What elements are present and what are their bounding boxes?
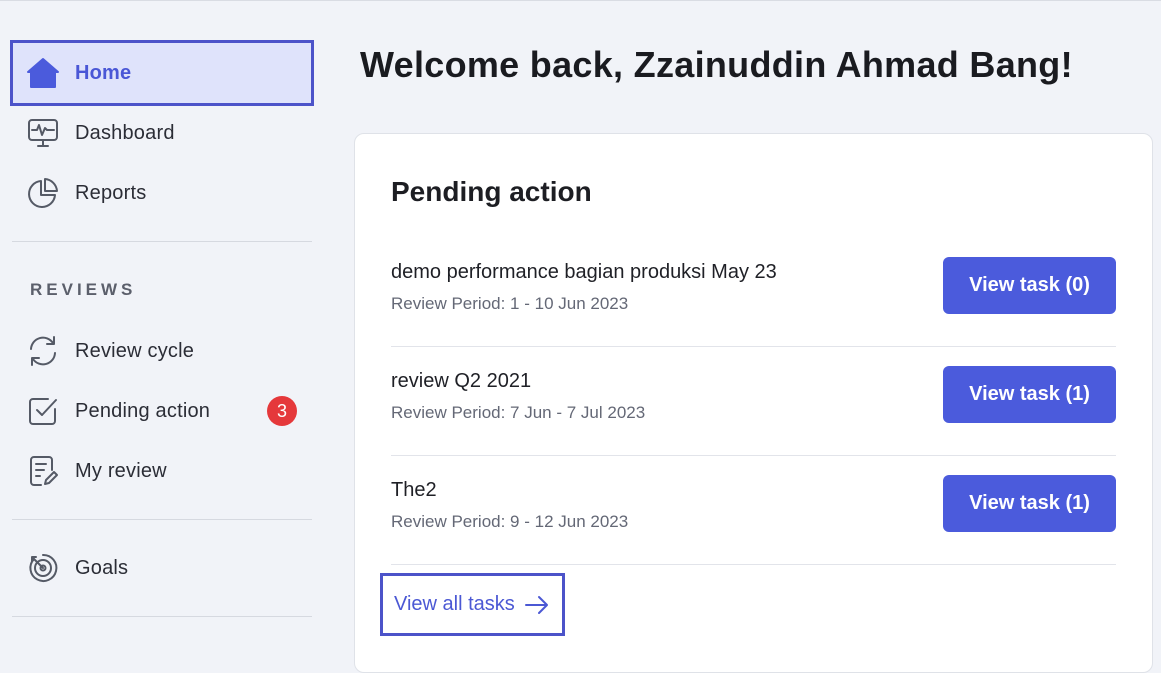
sidebar-item-label: Review cycle xyxy=(75,339,195,362)
task-period: Review Period: 1 - 10 Jun 2023 xyxy=(391,294,629,313)
view-task-button[interactable]: View task (1) xyxy=(943,475,1116,532)
pending-action-card: Pending action demo performance bagian p… xyxy=(354,133,1153,673)
sidebar-item-label: Home xyxy=(75,61,132,84)
view-task-button[interactable]: View task (0) xyxy=(943,257,1116,314)
checkbox-icon xyxy=(26,394,60,428)
task-row: demo performance bagian produksi May 23 … xyxy=(391,238,1116,347)
pie-chart-icon xyxy=(26,176,60,210)
page-title: Welcome back, Zzainuddin Ahmad Bang! xyxy=(360,44,1073,85)
sidebar-item-label: My review xyxy=(75,459,167,482)
arrow-right-icon xyxy=(524,595,550,615)
document-edit-icon xyxy=(26,454,60,488)
view-task-button[interactable]: View task (1) xyxy=(943,366,1116,423)
card-title: Pending action xyxy=(391,176,592,207)
task-period: Review Period: 7 Jun - 7 Jul 2023 xyxy=(391,403,646,422)
pending-count-badge: 3 xyxy=(267,396,297,426)
sidebar-item-label: Dashboard xyxy=(75,121,175,144)
refresh-icon xyxy=(26,334,60,368)
task-name: The2 xyxy=(391,479,437,501)
sidebar-item-dashboard[interactable]: Dashboard xyxy=(12,103,312,163)
sidebar-divider xyxy=(12,616,312,617)
sidebar-item-review-cycle[interactable]: Review cycle xyxy=(12,321,312,381)
monitor-pulse-icon xyxy=(26,116,60,150)
task-name: demo performance bagian produksi May 23 xyxy=(391,261,777,283)
sidebar-divider xyxy=(12,519,312,520)
sidebar-item-pending-action[interactable]: Pending action 3 xyxy=(12,381,312,441)
sidebar-item-reports[interactable]: Reports xyxy=(12,163,312,223)
view-all-tasks-label: View all tasks xyxy=(394,593,515,615)
section-title-reviews: REVIEWS xyxy=(30,280,137,299)
sidebar-item-home[interactable]: Home xyxy=(10,40,314,106)
sidebar-item-goals[interactable]: Goals xyxy=(12,538,312,598)
task-row: The2 Review Period: 9 - 12 Jun 2023 View… xyxy=(391,456,1116,565)
sidebar-item-label: Reports xyxy=(75,181,147,204)
target-icon xyxy=(26,551,60,585)
task-row: review Q2 2021 Review Period: 7 Jun - 7 … xyxy=(391,347,1116,456)
home-icon xyxy=(26,56,60,90)
row-divider xyxy=(391,564,1116,565)
sidebar-item-label: Goals xyxy=(75,556,129,579)
sidebar-divider xyxy=(12,241,312,242)
task-name: review Q2 2021 xyxy=(391,370,532,392)
task-period: Review Period: 9 - 12 Jun 2023 xyxy=(391,512,629,531)
sidebar-item-label: Pending action xyxy=(75,399,211,422)
sidebar-item-my-review[interactable]: My review xyxy=(12,441,312,501)
sidebar: Home Dashboard Reports REVIEWS Review cy… xyxy=(0,0,330,651)
view-all-tasks-link[interactable]: View all tasks xyxy=(380,573,565,636)
